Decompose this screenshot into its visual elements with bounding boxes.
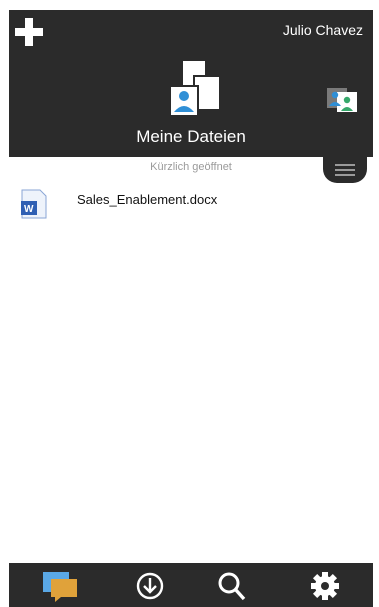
download-icon[interactable]	[130, 569, 170, 603]
bottom-navigation	[9, 563, 373, 607]
settings-gear-icon[interactable]	[305, 569, 345, 603]
plus-icon[interactable]	[15, 18, 43, 46]
switch-user-icon[interactable]	[325, 84, 359, 114]
header: Julio Chavez Meine Dateien	[9, 10, 373, 157]
user-name[interactable]: Julio Chavez	[283, 22, 363, 38]
file-list-item[interactable]: W Sales_Enablement.docx	[9, 185, 373, 221]
chat-icon[interactable]	[41, 569, 81, 603]
my-files-icon	[166, 58, 226, 120]
file-name: Sales_Enablement.docx	[77, 192, 218, 207]
app-frame: Julio Chavez Meine Dateien Kürzlich geöf	[9, 10, 373, 607]
page-title: Meine Dateien	[136, 127, 246, 146]
word-document-icon: W	[20, 189, 48, 219]
svg-text:W: W	[24, 204, 34, 215]
recently-opened-label: Kürzlich geöffnet	[150, 161, 232, 173]
hamburger-menu-icon[interactable]	[323, 157, 367, 183]
search-icon[interactable]	[212, 569, 252, 603]
